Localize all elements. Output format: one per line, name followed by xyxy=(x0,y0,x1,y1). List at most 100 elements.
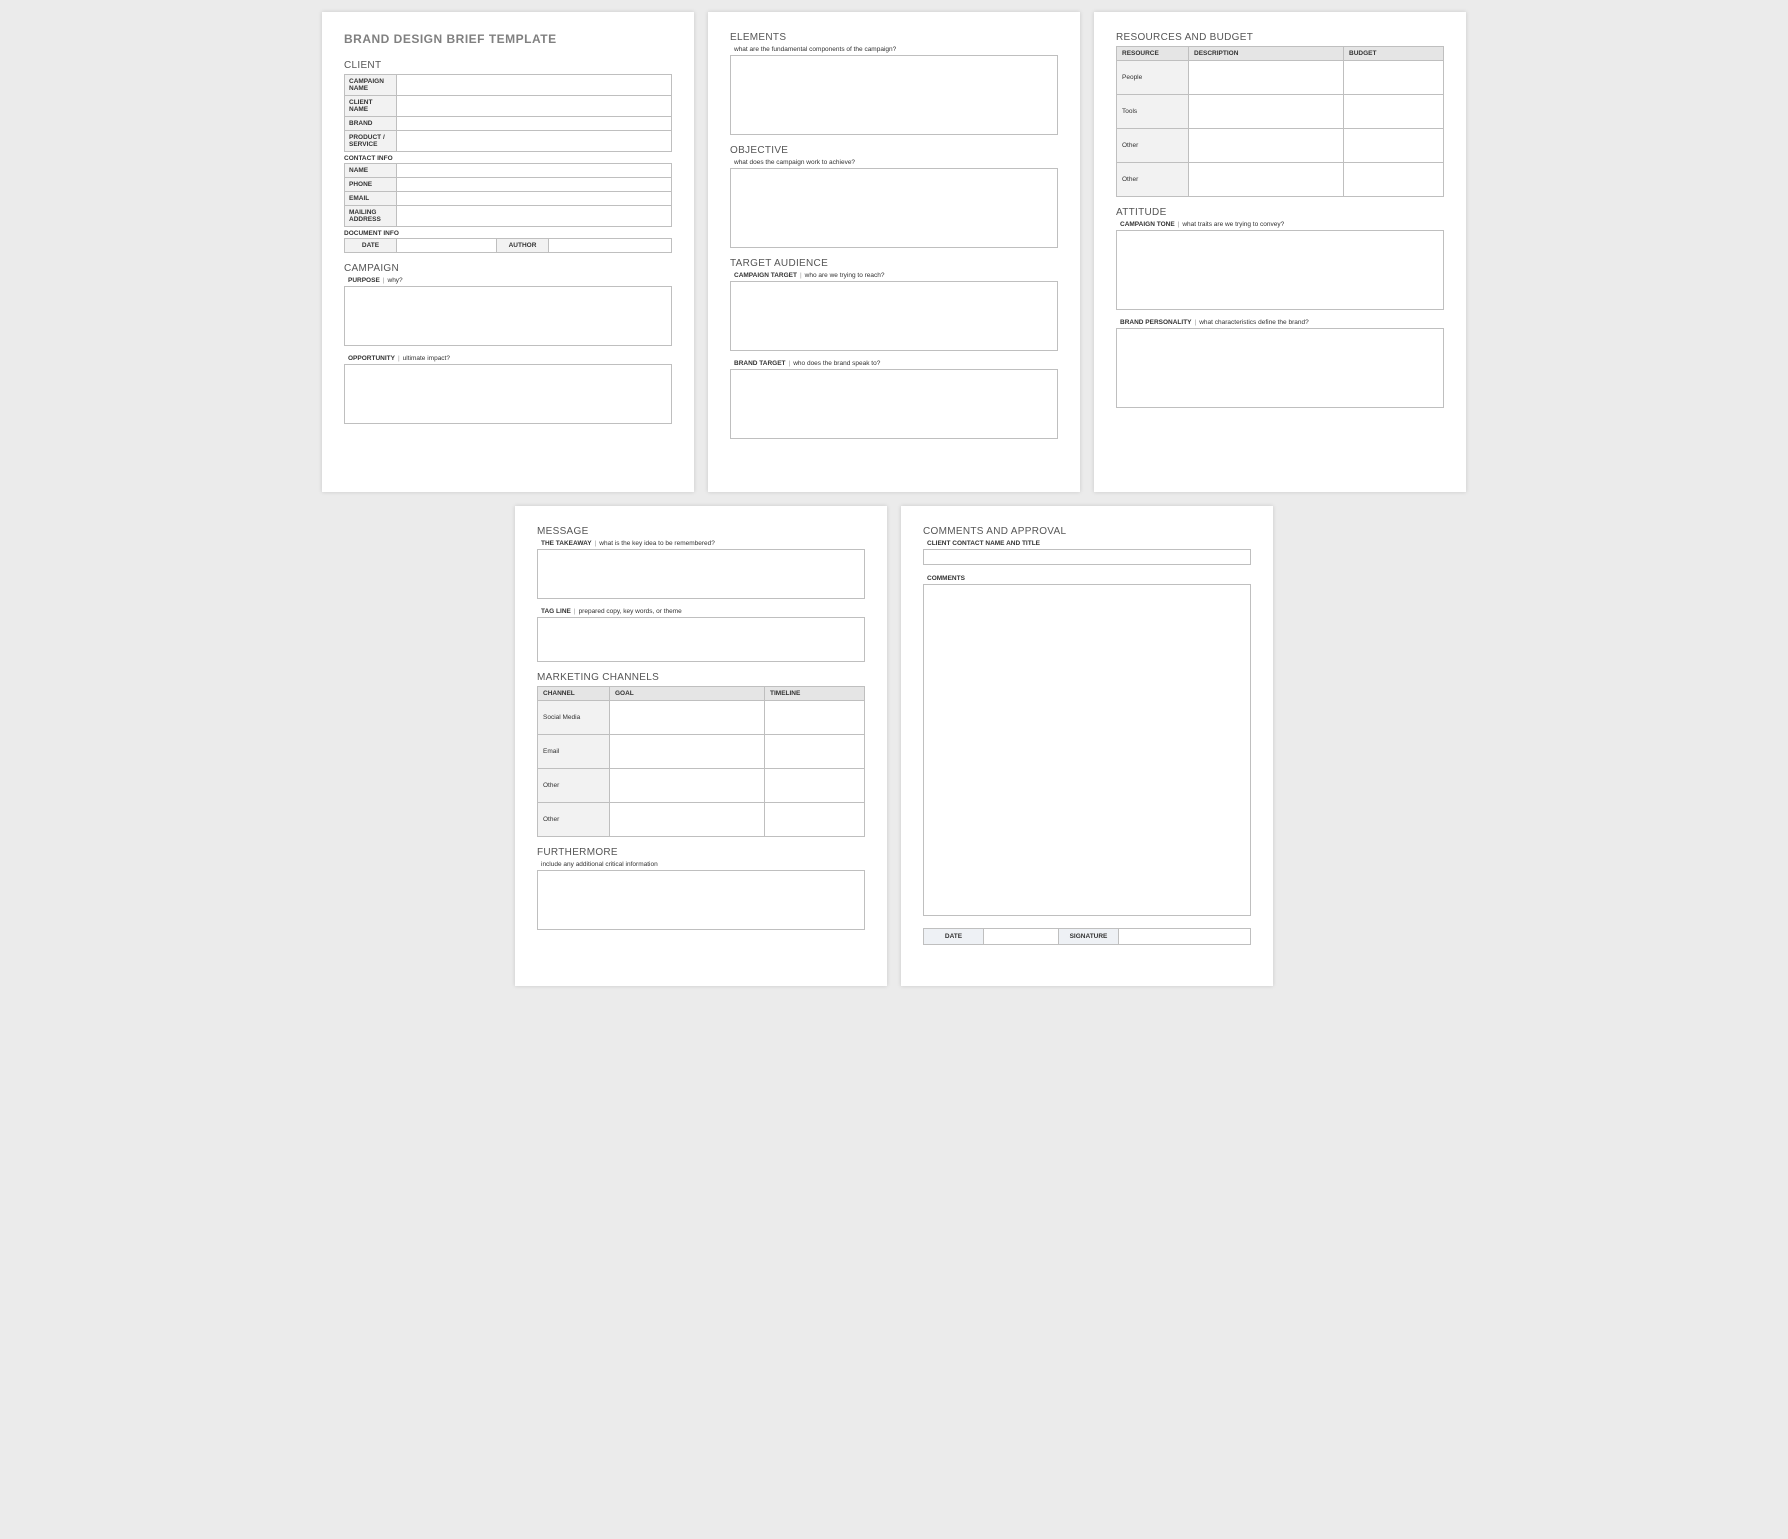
label-furthermore-q: include any additional critical informat… xyxy=(541,861,865,868)
label-campaign-name: CAMPAIGN NAME xyxy=(345,75,397,96)
input-brand[interactable] xyxy=(397,117,672,131)
input-sig-date[interactable] xyxy=(984,929,1059,945)
label-date: DATE xyxy=(345,239,397,253)
cell-description[interactable] xyxy=(1189,163,1344,197)
cell-budget[interactable] xyxy=(1344,163,1444,197)
row-label: Tools xyxy=(1117,95,1189,129)
label-author: AUTHOR xyxy=(497,239,549,253)
col-budget: BUDGET xyxy=(1344,47,1444,61)
input-objective[interactable] xyxy=(730,168,1058,248)
input-comments[interactable] xyxy=(923,584,1251,916)
col-timeline: TIMELINE xyxy=(765,687,865,701)
input-purpose[interactable] xyxy=(344,286,672,346)
cell-description[interactable] xyxy=(1189,61,1344,95)
row-label: Other xyxy=(538,769,610,803)
label-mailing-address: MAILING ADDRESS xyxy=(345,206,397,227)
channels-table: CHANNEL GOAL TIMELINE Social Media Email… xyxy=(537,686,865,837)
input-campaign-tone[interactable] xyxy=(1116,230,1444,310)
signature-table: DATE SIGNATURE xyxy=(923,928,1251,945)
cell-budget[interactable] xyxy=(1344,95,1444,129)
input-signature[interactable] xyxy=(1119,929,1251,945)
input-mailing-address[interactable] xyxy=(397,206,672,227)
input-name[interactable] xyxy=(397,164,672,178)
input-takeaway[interactable] xyxy=(537,549,865,599)
subheader-document-info: DOCUMENT INFO xyxy=(344,230,672,237)
row-label: Social Media xyxy=(538,701,610,735)
label-name: NAME xyxy=(345,164,397,178)
input-brand-personality[interactable] xyxy=(1116,328,1444,408)
row-label: Other xyxy=(1117,163,1189,197)
label-tagline: TAG LINE|prepared copy, key words, or th… xyxy=(541,608,865,615)
label-takeaway: THE TAKEAWAY|what is the key idea to be … xyxy=(541,540,865,547)
input-client-name[interactable] xyxy=(397,96,672,117)
resources-table: RESOURCE DESCRIPTION BUDGET People Tools… xyxy=(1116,46,1444,197)
doc-title: BRAND DESIGN BRIEF TEMPLATE xyxy=(344,32,672,46)
col-description: DESCRIPTION xyxy=(1189,47,1344,61)
row-label: Other xyxy=(1117,129,1189,163)
page-2: ELEMENTS what are the fundamental compon… xyxy=(708,12,1080,492)
section-elements: ELEMENTS xyxy=(730,32,1058,43)
input-elements[interactable] xyxy=(730,55,1058,135)
section-objective: OBJECTIVE xyxy=(730,145,1058,156)
section-attitude: ATTITUDE xyxy=(1116,207,1444,218)
row-label: Other xyxy=(538,803,610,837)
input-campaign-target[interactable] xyxy=(730,281,1058,351)
col-goal: GOAL xyxy=(610,687,765,701)
input-campaign-name[interactable] xyxy=(397,75,672,96)
cell-goal[interactable] xyxy=(610,735,765,769)
template-gallery: BRAND DESIGN BRIEF TEMPLATE CLIENT CAMPA… xyxy=(12,12,1776,986)
label-purpose: PURPOSE|why? xyxy=(348,277,672,284)
label-client-contact: CLIENT CONTACT NAME AND TITLE xyxy=(927,540,1251,547)
cell-timeline[interactable] xyxy=(765,803,865,837)
cell-description[interactable] xyxy=(1189,129,1344,163)
cell-timeline[interactable] xyxy=(765,701,865,735)
label-product-service: PRODUCT / SERVICE xyxy=(345,131,397,152)
subheader-contact-info: CONTACT INFO xyxy=(344,155,672,162)
input-furthermore[interactable] xyxy=(537,870,865,930)
input-opportunity[interactable] xyxy=(344,364,672,424)
section-target-audience: TARGET AUDIENCE xyxy=(730,258,1058,269)
label-signature: SIGNATURE xyxy=(1059,929,1119,945)
label-client-name: CLIENT NAME xyxy=(345,96,397,117)
label-objective-q: what does the campaign work to achieve? xyxy=(734,159,1058,166)
input-brand-target[interactable] xyxy=(730,369,1058,439)
cell-goal[interactable] xyxy=(610,701,765,735)
page-3: RESOURCES AND BUDGET RESOURCE DESCRIPTIO… xyxy=(1094,12,1466,492)
section-comments-approval: COMMENTS AND APPROVAL xyxy=(923,526,1251,537)
cell-timeline[interactable] xyxy=(765,735,865,769)
input-product-service[interactable] xyxy=(397,131,672,152)
section-resources-budget: RESOURCES AND BUDGET xyxy=(1116,32,1444,43)
cell-budget[interactable] xyxy=(1344,61,1444,95)
section-furthermore: FURTHERMORE xyxy=(537,847,865,858)
cell-description[interactable] xyxy=(1189,95,1344,129)
input-date[interactable] xyxy=(397,239,497,253)
page-4: MESSAGE THE TAKEAWAY|what is the key ide… xyxy=(515,506,887,986)
label-brand-target: BRAND TARGET|who does the brand speak to… xyxy=(734,360,1058,367)
row-label: People xyxy=(1117,61,1189,95)
input-phone[interactable] xyxy=(397,178,672,192)
label-campaign-tone: CAMPAIGN TONE|what traits are we trying … xyxy=(1120,221,1444,228)
col-resource: RESOURCE xyxy=(1117,47,1189,61)
client-table: CAMPAIGN NAME CLIENT NAME BRAND PRODUCT … xyxy=(344,74,672,152)
input-email[interactable] xyxy=(397,192,672,206)
input-client-contact[interactable] xyxy=(923,549,1251,565)
docinfo-table: DATE AUTHOR xyxy=(344,238,672,253)
cell-budget[interactable] xyxy=(1344,129,1444,163)
label-campaign-target: CAMPAIGN TARGET|who are we trying to rea… xyxy=(734,272,1058,279)
label-comments: COMMENTS xyxy=(927,575,1251,582)
cell-goal[interactable] xyxy=(610,769,765,803)
label-phone: PHONE xyxy=(345,178,397,192)
label-sig-date: DATE xyxy=(924,929,984,945)
contact-table: NAME PHONE EMAIL MAILING ADDRESS xyxy=(344,163,672,227)
page-1: BRAND DESIGN BRIEF TEMPLATE CLIENT CAMPA… xyxy=(322,12,694,492)
input-tagline[interactable] xyxy=(537,617,865,662)
input-author[interactable] xyxy=(549,239,672,253)
row-label: Email xyxy=(538,735,610,769)
section-campaign: CAMPAIGN xyxy=(344,263,672,274)
label-brand-personality: BRAND PERSONALITY|what characteristics d… xyxy=(1120,319,1444,326)
cell-timeline[interactable] xyxy=(765,769,865,803)
section-marketing-channels: MARKETING CHANNELS xyxy=(537,672,865,683)
label-brand: BRAND xyxy=(345,117,397,131)
cell-goal[interactable] xyxy=(610,803,765,837)
col-channel: CHANNEL xyxy=(538,687,610,701)
